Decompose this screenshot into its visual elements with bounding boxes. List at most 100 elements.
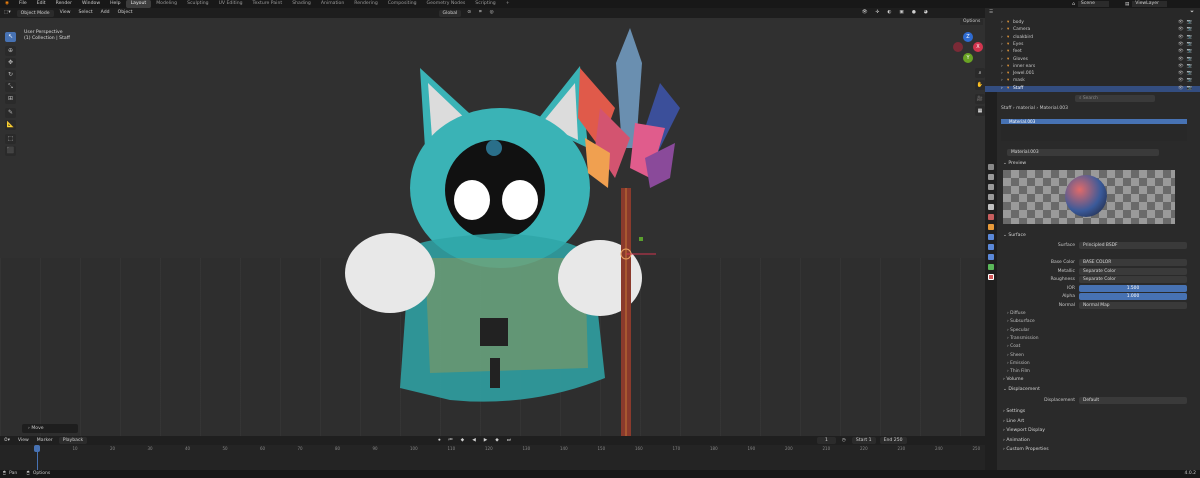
surface-panel-header[interactable]: ⌄ Surface bbox=[1003, 232, 1026, 239]
cursor-tool-icon[interactable]: ⊕ bbox=[5, 46, 16, 56]
blender-logo-icon[interactable]: ◉ bbox=[0, 0, 14, 8]
timeline[interactable]: 1102030405060708090100110120130140150160… bbox=[0, 445, 985, 470]
play-icon[interactable]: ▶ bbox=[480, 436, 492, 446]
scene-tab-icon[interactable] bbox=[988, 204, 994, 210]
material-slot[interactable]: Material.003 bbox=[1001, 119, 1187, 124]
outliner-row[interactable]: › ▾ Gloves 👁📷 bbox=[985, 57, 1200, 63]
measure-tool-icon[interactable]: 📐 bbox=[5, 120, 16, 130]
transform-orientation[interactable]: Global bbox=[438, 9, 462, 17]
surface-shader-field[interactable]: Principled BSDF bbox=[1079, 242, 1187, 249]
ortho-grid-icon[interactable]: ▦ bbox=[975, 106, 985, 116]
displacement-field[interactable]: Default bbox=[1079, 397, 1187, 404]
displacement-panel-header[interactable]: ⌄ Displacement bbox=[1003, 386, 1040, 393]
move-tool-icon[interactable]: ✥ bbox=[5, 58, 16, 68]
select-tool-icon[interactable]: ↖ bbox=[5, 32, 16, 42]
menu-window[interactable]: Window bbox=[77, 0, 105, 8]
preview-panel-header[interactable]: ⌄ Preview bbox=[1003, 160, 1026, 167]
shading-solid-icon[interactable]: ● bbox=[908, 8, 920, 18]
tab-rendering[interactable]: Rendering bbox=[349, 0, 382, 8]
visibility-toggle-icons[interactable]: 👁📷 bbox=[1178, 35, 1195, 41]
outliner-row[interactable]: › ▾ body 👁📷 bbox=[985, 20, 1200, 26]
tool-tab-icon[interactable] bbox=[988, 164, 994, 170]
expand-icon[interactable]: › bbox=[1001, 42, 1003, 48]
subpanel-header[interactable]: › Specular bbox=[1007, 327, 1029, 334]
expand-icon[interactable]: › bbox=[1001, 49, 1003, 55]
subpanel-header[interactable]: › Emission bbox=[1007, 360, 1030, 367]
expand-icon[interactable]: › bbox=[1001, 57, 1003, 63]
next-key-icon[interactable]: ◆ bbox=[491, 436, 503, 446]
property-field[interactable]: 1.500 bbox=[1079, 284, 1187, 292]
visibility-toggle-icons[interactable]: 👁📷 bbox=[1178, 78, 1195, 84]
view-menu[interactable]: View bbox=[56, 8, 75, 18]
menu-edit[interactable]: Edit bbox=[32, 0, 51, 8]
volume-panel-header[interactable]: › Volume bbox=[1003, 376, 1023, 383]
prev-key-icon[interactable]: ◆ bbox=[457, 436, 469, 446]
gizmo-neg-x-icon[interactable] bbox=[953, 42, 963, 52]
timeline-editor-icon[interactable]: ⏱▾ bbox=[0, 436, 14, 446]
object-menu[interactable]: Object bbox=[114, 8, 137, 18]
timeline-playback-menu[interactable]: Playback bbox=[58, 437, 88, 444]
subpanel-header[interactable]: › Thin Film bbox=[1007, 368, 1030, 375]
expand-icon[interactable]: › bbox=[1001, 35, 1003, 41]
view-layer-tab-icon[interactable] bbox=[988, 194, 994, 200]
pivot-icon[interactable]: ⊙ bbox=[463, 8, 475, 18]
outliner-row[interactable]: › ▾ Staff 👁📷 bbox=[985, 85, 1200, 92]
tab-modeling[interactable]: Modeling bbox=[151, 0, 182, 8]
record-icon[interactable]: ⏺ bbox=[434, 436, 444, 446]
panel-header[interactable]: › Animation bbox=[1003, 437, 1030, 444]
panel-header[interactable]: › Line Art bbox=[1003, 418, 1024, 425]
expand-icon[interactable]: › bbox=[1001, 71, 1003, 77]
panel-header[interactable]: › Viewport Display bbox=[1003, 427, 1045, 434]
play-reverse-icon[interactable]: ◀ bbox=[468, 436, 480, 446]
playhead[interactable] bbox=[34, 445, 40, 452]
transform-tool-icon[interactable]: ⊞ bbox=[5, 94, 16, 104]
expand-icon[interactable]: › bbox=[1001, 20, 1003, 26]
properties-search[interactable]: ⌕ Search bbox=[1075, 95, 1155, 102]
outliner-editor-icon[interactable]: ☰ bbox=[989, 10, 993, 15]
expand-icon[interactable]: › bbox=[1001, 64, 1003, 70]
render-tab-icon[interactable] bbox=[988, 174, 994, 180]
tab-shading[interactable]: Shading bbox=[287, 0, 316, 8]
tab-layout[interactable]: Layout bbox=[125, 0, 152, 8]
tab-uv-editing[interactable]: UV Editing bbox=[214, 0, 248, 8]
visibility-toggle-icons[interactable]: 👁📷 bbox=[1178, 27, 1195, 33]
rotate-tool-icon[interactable]: ↻ bbox=[5, 70, 16, 80]
add-workspace-icon[interactable]: + bbox=[501, 0, 515, 8]
expand-icon[interactable]: › bbox=[1001, 86, 1003, 92]
gizmo-z-axis-icon[interactable]: Z bbox=[963, 32, 973, 42]
menu-help[interactable]: Help bbox=[105, 0, 125, 8]
overlay-icon[interactable]: ◐ bbox=[883, 8, 895, 18]
mode-selector[interactable]: Object Mode bbox=[16, 9, 54, 17]
3d-viewport[interactable]: User Perspective (1) Collection | Staff … bbox=[0, 18, 985, 436]
proportional-edit-icon[interactable]: ◎ bbox=[486, 8, 498, 18]
zoom-icon[interactable]: ⌕ bbox=[975, 68, 985, 78]
visibility-toggle-icons[interactable]: 👁📷 bbox=[1178, 42, 1195, 48]
visibility-toggle-icons[interactable]: 👁📷 bbox=[1178, 57, 1195, 63]
timeline-view-menu[interactable]: View bbox=[14, 436, 33, 446]
view-layer-selector[interactable]: ViewLayer bbox=[1132, 1, 1167, 7]
gizmo-y-axis-icon[interactable]: Y bbox=[963, 53, 973, 63]
add-menu[interactable]: Add bbox=[97, 8, 114, 18]
last-operator-panel[interactable]: › Move bbox=[22, 424, 78, 433]
clock-icon[interactable]: ◷ bbox=[838, 436, 850, 446]
visibility-toggle-icons[interactable]: 👁📷 bbox=[1178, 86, 1195, 92]
expand-icon[interactable]: › bbox=[1001, 27, 1003, 33]
particles-tab-icon[interactable] bbox=[988, 244, 994, 250]
tab-compositing[interactable]: Compositing bbox=[383, 0, 422, 8]
outliner-row[interactable]: › ▾ Camera 👁📷 bbox=[985, 27, 1200, 33]
outliner-row[interactable]: › ▾ cloakbird 👁📷 bbox=[985, 35, 1200, 41]
jump-end-icon[interactable]: ⏭ bbox=[503, 436, 515, 446]
material-slot-list[interactable]: Material.003 bbox=[1001, 119, 1187, 141]
options-button[interactable]: Options bbox=[960, 19, 984, 25]
subpanel-header[interactable]: › Transmission bbox=[1007, 335, 1039, 342]
visibility-toggle-icons[interactable]: 👁📷 bbox=[1178, 49, 1195, 55]
panel-header[interactable]: › Custom Properties bbox=[1003, 446, 1049, 453]
camera-view-icon[interactable]: 🎥 bbox=[975, 94, 985, 104]
visibility-toggle-icons[interactable]: 👁📷 bbox=[1178, 64, 1195, 70]
outliner-row[interactable]: › ▾ feet 👁📷 bbox=[985, 49, 1200, 55]
property-field[interactable]: Separate Color bbox=[1079, 267, 1187, 275]
subpanel-header[interactable]: › Subsurface bbox=[1007, 318, 1035, 325]
property-field[interactable]: Normal Map bbox=[1079, 301, 1187, 309]
subpanel-header[interactable]: › Diffuse bbox=[1007, 310, 1026, 317]
tab-sculpting[interactable]: Sculpting bbox=[182, 0, 213, 8]
